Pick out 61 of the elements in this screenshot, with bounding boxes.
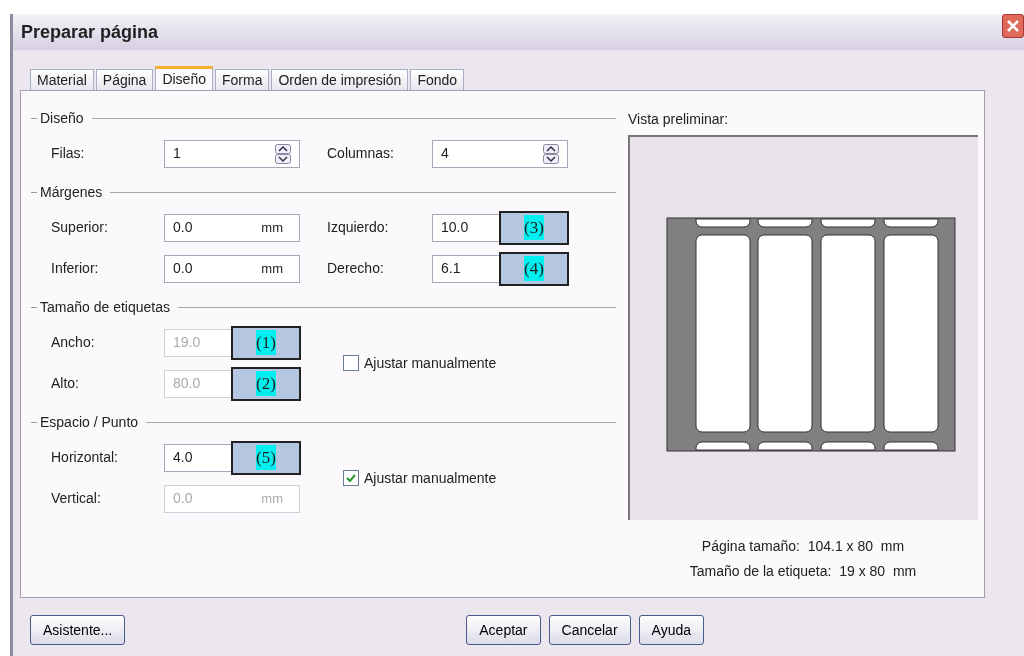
checkbox-label: Ajustar manualmente (364, 468, 497, 488)
field-value: 10.0 (441, 218, 469, 237)
dialog-button[interactable]: Cancelar (548, 615, 631, 645)
preview-title: Vista preliminar: (628, 110, 730, 129)
section-title: Tamaño de etiquetas (40, 297, 170, 317)
spin-buttons[interactable] (275, 143, 291, 164)
checkbox[interactable] (343, 355, 359, 371)
checkbox-label: Ajustar manualmente (364, 353, 497, 373)
unit-label: mm (261, 218, 283, 237)
text-field[interactable]: 6.1 (4) (432, 254, 568, 283)
close-icon (1006, 19, 1020, 33)
field-label: Derecho: (327, 259, 385, 278)
preview-caption: Tamaño de la etiqueta: 19 x 80 mm (688, 562, 918, 581)
spin-field[interactable]: 1 (164, 139, 300, 168)
callout-label: (4) (499, 251, 569, 286)
callout-label: (1) (231, 325, 301, 360)
field-value: 0.0 (173, 259, 193, 278)
field-value: 4 (441, 144, 449, 163)
field-label: Izquierdo: (327, 218, 390, 237)
tab[interactable]: Orden de impresión (271, 69, 409, 90)
section-title: Espacio / Punto (40, 412, 139, 432)
text-field[interactable]: 4.0 (5) (164, 443, 300, 472)
close-button[interactable] (1002, 14, 1024, 38)
field-value: 80.0 (173, 374, 201, 393)
text-field[interactable]: 0.0 mm (164, 254, 300, 283)
section-title: Diseño (40, 108, 84, 128)
preview-caption: Página tamaño: 104.1 x 80 mm (700, 537, 906, 556)
text-field[interactable]: 0.0 mm (164, 213, 300, 242)
window-title: Preparar página (21, 20, 159, 44)
section-title: Márgenes (40, 182, 103, 202)
field-label: Alto: (51, 374, 80, 393)
unit-label: mm (261, 259, 283, 278)
unit-label: mm (261, 489, 283, 508)
callout-label: (5) (231, 440, 301, 475)
tab[interactable]: Fondo (410, 69, 465, 90)
wizard-button[interactable]: Asistente... (30, 615, 126, 645)
field-value: 1 (173, 144, 181, 163)
field-label: Horizontal: (51, 448, 119, 467)
field-value: 0.0 (173, 218, 193, 237)
tab[interactable]: Diseño (155, 66, 213, 90)
field-label: Filas: (51, 144, 86, 163)
field-value: 19.0 (173, 333, 201, 352)
field-label: Vertical: (51, 489, 102, 508)
tab[interactable]: Material (30, 69, 94, 90)
field-label: Ancho: (51, 333, 96, 352)
field-label: Inferior: (51, 259, 100, 278)
spin-field[interactable]: 4 (432, 139, 568, 168)
tab[interactable]: Página (95, 69, 154, 90)
field-value: 6.1 (441, 259, 461, 278)
callout-label: (3) (499, 210, 569, 245)
field-label: Superior: (51, 218, 109, 237)
tab[interactable]: Forma (215, 69, 270, 90)
field-value: 0.0 (173, 489, 193, 508)
text-field[interactable]: 10.0 (3) (432, 213, 568, 242)
checkbox[interactable] (343, 470, 359, 486)
callout-label: (2) (231, 366, 301, 401)
dialog-button[interactable]: Ayuda (638, 615, 704, 645)
spin-buttons[interactable] (543, 143, 559, 164)
field-label: Columnas: (327, 144, 395, 163)
field-value: 4.0 (173, 448, 193, 467)
dialog-button[interactable]: Aceptar (466, 615, 541, 645)
